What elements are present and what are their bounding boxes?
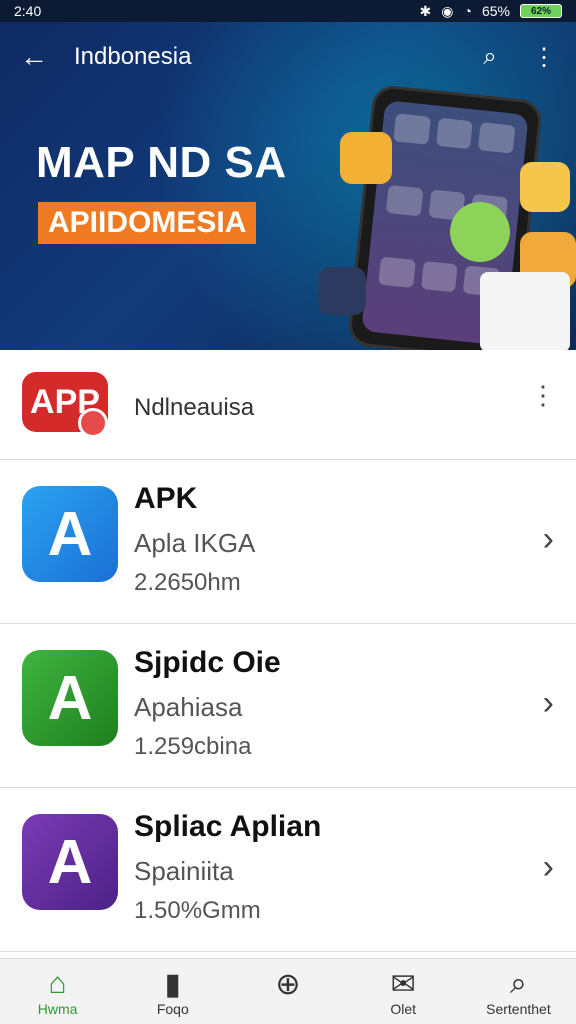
status-icons: ✱ ◉ ◔ 65% 62% [420, 3, 562, 20]
more-vertical-icon[interactable]: ⋮ [530, 382, 556, 408]
screen: 2:40 ✱ ◉ ◔ 65% 62% ← Indbonesia ⌕ ⋮ MAP … [0, 0, 576, 1024]
floating-icon-dark [318, 267, 366, 315]
home-icon: ⌂ [48, 967, 67, 1000]
phone-app-tile [478, 122, 516, 154]
app-text: Sjpidc Oie Apahiasa 1.259cbina [134, 646, 281, 761]
hero-subheadline: APIIDOMESIA [38, 202, 257, 244]
app-name: APK [134, 482, 198, 515]
phone-app-tile [393, 113, 431, 145]
list-header-row[interactable]: APP Ndlneauisa ⋮ [0, 350, 576, 460]
floating-card-illustration [480, 272, 570, 350]
status-bar: 2:40 ✱ ◉ ◔ 65% 62% [0, 0, 576, 22]
app-list: APP Ndlneauisa ⋮ A APK Apla IKGA 2.2650h… [0, 350, 576, 952]
hero-banner: ← Indbonesia ⌕ ⋮ MAP ND SA APIIDOMESIA [0, 22, 576, 350]
floating-icon-yellow [520, 162, 570, 212]
back-arrow-icon[interactable]: ← [16, 39, 52, 75]
app-bar-actions: ⌕ ⋮ [472, 39, 562, 75]
nav-item-home[interactable]: ⌂ Hwma [0, 959, 115, 1024]
nav-label: Sertenthet [486, 1001, 551, 1017]
chevron-right-icon[interactable]: › [543, 684, 554, 723]
mail-icon: ✉ [390, 967, 416, 1001]
app-subtitle: Apahiasa [134, 692, 243, 722]
app-subtitle: Spainiita [134, 856, 234, 886]
app-meta: 1.50%Gmm [134, 897, 261, 924]
plus-circle-icon: ⊕ [275, 967, 301, 1001]
nav-item-book[interactable]: ▮ Foqo [115, 959, 230, 1024]
search-icon: ⌕ [510, 967, 527, 1000]
nav-item-search[interactable]: ⌕ Sertenthet [461, 959, 576, 1024]
bottom-navigation: ⌂ Hwma ▮ Foqo ⊕ ✉ Olet ⌕ Sertenthet [0, 958, 576, 1024]
battery-icon: 62% [520, 4, 562, 18]
wifi-icon: ◔ [463, 3, 472, 19]
a-plus-icon: A [22, 650, 118, 746]
nav-label: Foqo [156, 1001, 189, 1017]
app-meta: 2.2650hm [134, 569, 241, 596]
app-text: APK Apla IKGA 2.2650hm [134, 482, 255, 597]
status-time: 2:40 [14, 3, 42, 19]
nav-label: Olet [390, 1001, 417, 1017]
app-meta: 1.259cbina [134, 733, 252, 760]
floating-icon-green [450, 202, 510, 262]
phone-app-tile [435, 117, 474, 150]
phone-app-tile [378, 256, 416, 288]
app-subtitle: Apla IKGA [134, 528, 256, 558]
nav-label: Hwma [37, 1001, 78, 1017]
alarm-icon: ◉ [441, 2, 454, 19]
a-circle-icon: A [22, 814, 118, 910]
search-icon[interactable]: ⌕ [472, 39, 508, 75]
phone-app-tile [385, 184, 424, 217]
book-icon: ▮ [164, 967, 182, 1001]
nav-item-mail[interactable]: ✉ Olet [346, 959, 461, 1024]
app-name: Sjpidc Oie [134, 646, 281, 679]
signal-text: 65% [481, 3, 510, 19]
floating-icon-orange [340, 132, 392, 184]
page-title: Indbonesia [74, 43, 192, 70]
app-name: Spliac Aplian [134, 810, 322, 843]
list-item[interactable]: A Spliac Aplian Spainiita 1.50%Gmm › [0, 788, 576, 952]
a-icon: A [22, 486, 118, 582]
list-item[interactable]: A Sjpidc Oie Apahiasa 1.259cbina › [0, 624, 576, 788]
phone-app-tile [420, 260, 459, 293]
list-item[interactable]: A APK Apla IKGA 2.2650hm › [0, 460, 576, 624]
nav-item-add[interactable]: ⊕ [230, 959, 345, 1024]
badge-icon [78, 408, 108, 438]
more-vertical-icon[interactable]: ⋮ [526, 39, 562, 75]
hero-headline: MAP ND SA [36, 138, 287, 187]
list-header-label: Ndlneauisa [134, 394, 255, 421]
app-text: Spliac Aplian Spainiita 1.50%Gmm [134, 810, 321, 925]
bluetooth-icon: ✱ [419, 2, 432, 19]
chevron-right-icon[interactable]: › [543, 848, 554, 887]
chevron-right-icon[interactable]: › [543, 520, 554, 559]
top-app-bar: ← Indbonesia ⌕ ⋮ [0, 34, 576, 80]
